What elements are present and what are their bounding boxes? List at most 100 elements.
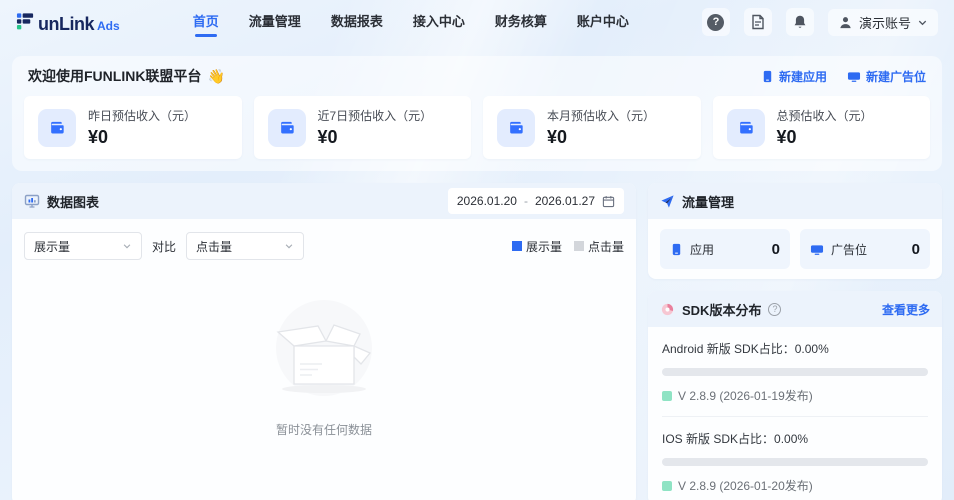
- sdk-ios-progressbar: [662, 458, 928, 466]
- stat-card-7days: 近7日预估收入（元） ¥0: [254, 96, 472, 159]
- legend-impressions-label: 展示量: [526, 238, 562, 255]
- chevron-down-icon: [284, 241, 294, 251]
- apps-label: 应用: [690, 241, 714, 258]
- apps-card[interactable]: 应用 0: [660, 229, 790, 269]
- stat-card-text: 本月预估收入（元） ¥0: [547, 107, 655, 148]
- welcome-actions: 新建应用 新建广告位: [761, 68, 926, 85]
- stat-cards-row: 昨日预估收入（元） ¥0 近7日预估收入（元） ¥0: [12, 88, 942, 171]
- sdk-android-version: V 2.8.9 (2026-01-19发布): [678, 387, 813, 404]
- stat-value: ¥0: [777, 127, 873, 148]
- apps-count: 0: [772, 241, 780, 258]
- adslots-card[interactable]: 广告位 0: [800, 229, 930, 269]
- new-adslot-icon: [847, 70, 861, 83]
- sdk-ios-label: IOS 新版 SDK占比：: [662, 432, 774, 446]
- logo-wordmark: unLink: [38, 15, 94, 33]
- traffic-panel: 流量管理 应用 0: [648, 183, 942, 279]
- clicks-swatch: [574, 241, 584, 251]
- welcome-bar: 欢迎使用FUNLINK联盟平台 👋 新建应用 新建广告位: [12, 56, 942, 88]
- paper-plane-icon: [660, 194, 675, 209]
- stat-card-text: 总预估收入（元） ¥0: [777, 107, 873, 148]
- wallet-icon: [268, 109, 306, 147]
- sdk-section-ios: IOS 新版 SDK占比：0.00% V 2.8.9 (2026-01-20发布…: [662, 416, 928, 500]
- sdk-panel-header: SDK版本分布 ? 查看更多: [648, 291, 942, 327]
- nav-item-home[interactable]: 首页: [193, 0, 219, 44]
- pie-chart-icon: [660, 302, 675, 317]
- wallet-icon: [38, 109, 76, 147]
- legend-clicks[interactable]: 点击量: [574, 238, 624, 255]
- chart-controls: 展示量 对比 点击量 展示量: [12, 219, 636, 266]
- logo-suffix: Ads: [97, 19, 120, 33]
- nav-item-account[interactable]: 账户中心: [577, 0, 629, 44]
- traffic-panel-title: 流量管理: [682, 192, 734, 211]
- new-app-label: 新建应用: [779, 68, 827, 85]
- docs-button[interactable]: [744, 8, 772, 36]
- stat-card-month: 本月预估收入（元） ¥0: [483, 96, 701, 159]
- wallet-icon: [497, 109, 535, 147]
- notifications-button[interactable]: [786, 8, 814, 36]
- sdk-android-label-row: Android 新版 SDK占比：0.00%: [662, 340, 928, 357]
- nav-item-integration[interactable]: 接入中心: [413, 0, 465, 44]
- metric-select[interactable]: 展示量: [24, 232, 142, 260]
- account-menu[interactable]: 演示账号: [828, 9, 938, 36]
- sdk-ios-legend: V 2.8.9 (2026-01-20发布): [662, 477, 928, 494]
- stat-card-total: 总预估收入（元） ¥0: [713, 96, 931, 159]
- compare-select[interactable]: 点击量: [186, 232, 304, 260]
- nav-item-reports[interactable]: 数据报表: [331, 0, 383, 44]
- compare-label: 对比: [152, 238, 176, 255]
- date-end: 2026.01.27: [535, 194, 595, 208]
- sdk-ios-label-row: IOS 新版 SDK占比：0.00%: [662, 430, 928, 447]
- stat-label: 总预估收入（元）: [777, 107, 873, 124]
- sdk-body: Android 新版 SDK占比：0.00% V 2.8.9 (2026-01-…: [648, 327, 942, 500]
- sdk-android-percent: 0.00%: [795, 342, 829, 356]
- sdk-panel-title: SDK版本分布: [682, 300, 761, 319]
- screen-icon: [810, 243, 824, 256]
- document-icon: [750, 14, 766, 30]
- help-icon: ?: [707, 14, 724, 31]
- logo-icon: [16, 12, 35, 31]
- adslots-count: 0: [912, 241, 920, 258]
- wave-emoji: 👋: [207, 68, 224, 85]
- wallet-icon: [727, 109, 765, 147]
- help-button[interactable]: ?: [702, 8, 730, 36]
- welcome-title: 欢迎使用FUNLINK联盟平台 👋: [28, 66, 225, 86]
- sdk-section-android: Android 新版 SDK占比：0.00% V 2.8.9 (2026-01-…: [662, 340, 928, 416]
- welcome-text: 欢迎使用FUNLINK联盟平台: [28, 66, 201, 86]
- account-name: 演示账号: [859, 13, 911, 32]
- impressions-swatch: [512, 241, 522, 251]
- new-app-button[interactable]: 新建应用: [761, 68, 827, 85]
- traffic-body: 应用 0 广告位 0: [648, 219, 942, 279]
- date-separator: -: [524, 194, 528, 208]
- main-nav: 首页 流量管理 数据报表 接入中心 财务核算 账户中心: [120, 0, 702, 44]
- compare-select-value: 点击量: [196, 238, 232, 255]
- navbar-actions: ? 演示账号: [702, 8, 938, 36]
- chart-panel-header: 数据图表 2026.01.20 - 2026.01.27: [12, 183, 636, 219]
- chevron-down-icon: [122, 241, 132, 251]
- date-start: 2026.01.20: [457, 194, 517, 208]
- legend-impressions[interactable]: 展示量: [512, 238, 562, 255]
- calendar-icon: [602, 195, 615, 208]
- sdk-android-legend: V 2.8.9 (2026-01-19发布): [662, 387, 928, 404]
- stat-value: ¥0: [318, 127, 433, 148]
- nav-item-traffic[interactable]: 流量管理: [249, 0, 301, 44]
- empty-state-text: 暂时没有任何数据: [276, 421, 372, 438]
- dashboard-page: unLink Ads 首页 流量管理 数据报表 接入中心 财务核算 账户中心 ?: [0, 0, 954, 500]
- chart-empty-state: 暂时没有任何数据: [12, 266, 636, 500]
- sdk-more-link[interactable]: 查看更多: [882, 301, 930, 318]
- new-adslot-label: 新建广告位: [866, 68, 926, 85]
- sdk-version-swatch: [662, 481, 672, 491]
- stat-card-text: 近7日预估收入（元） ¥0: [318, 107, 433, 148]
- nav-item-finance[interactable]: 财务核算: [495, 0, 547, 44]
- date-range-picker[interactable]: 2026.01.20 - 2026.01.27: [448, 188, 624, 214]
- brand-logo[interactable]: unLink Ads: [16, 12, 120, 33]
- empty-box-icon: [254, 296, 394, 411]
- stat-label: 近7日预估收入（元）: [318, 107, 433, 124]
- sdk-help-icon[interactable]: ?: [768, 303, 781, 316]
- right-column: 流量管理 应用 0: [648, 183, 942, 500]
- sdk-android-label: Android 新版 SDK占比：: [662, 342, 795, 356]
- chart-panel: 数据图表 2026.01.20 - 2026.01.27 展示量: [12, 183, 636, 500]
- chevron-down-icon: [917, 17, 928, 28]
- bell-icon: [792, 14, 808, 30]
- main-content: 数据图表 2026.01.20 - 2026.01.27 展示量: [12, 183, 942, 500]
- stat-value: ¥0: [88, 127, 196, 148]
- new-adslot-button[interactable]: 新建广告位: [847, 68, 926, 85]
